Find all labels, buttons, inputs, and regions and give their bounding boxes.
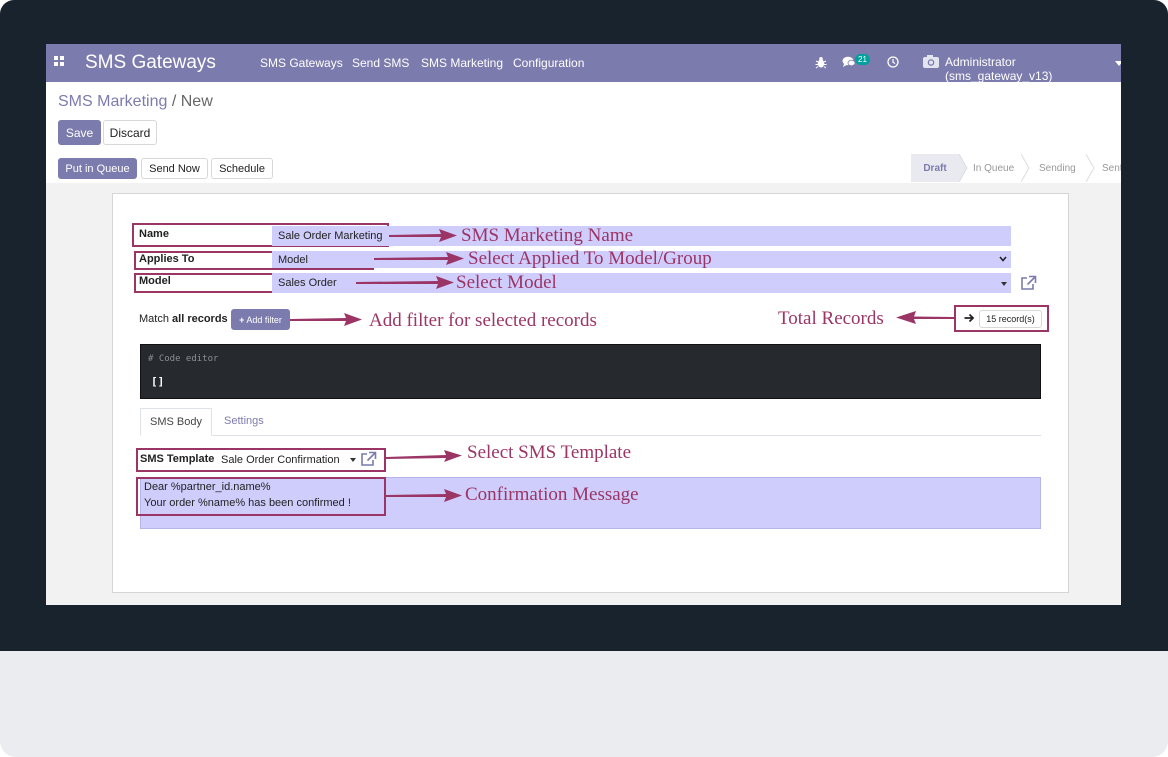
form-statusbar: Put in Queue Send Now Schedule Draft In … (46, 154, 1121, 184)
debug-bug-icon[interactable] (815, 56, 827, 69)
breadcrumb: SMS Marketing / New (58, 93, 213, 111)
apps-menu-icon[interactable] (54, 56, 64, 66)
user-menu[interactable]: Administrator (sms_gateway_v13) (945, 55, 1121, 83)
menu-send-sms[interactable]: Send SMS (352, 56, 409, 70)
template-dropdown-caret-icon[interactable] (350, 458, 356, 462)
annotation-arrow-total (896, 311, 954, 324)
chat-messages-icon[interactable] (842, 56, 856, 68)
menu-sms-gateways[interactable]: SMS Gateways (260, 56, 343, 70)
annotation-template: Select SMS Template (467, 442, 632, 463)
sms-template-label: SMS Template (140, 453, 215, 465)
annotation-message: Confirmation Message (465, 484, 639, 505)
name-field[interactable]: Sale Order Marketing (272, 226, 1011, 246)
top-navbar: SMS Gateways SMS Gateways Send SMS SMS M… (46, 44, 1121, 83)
stage-sent[interactable]: Sent (1102, 154, 1121, 182)
annotation-arrow-applies (374, 252, 464, 265)
code-comment: # Code editor (148, 354, 219, 364)
put-in-queue-button[interactable]: Put in Queue (58, 158, 137, 179)
annotation-name: SMS Marketing Name (461, 225, 634, 246)
schedule-button[interactable]: Schedule (211, 158, 273, 179)
user-menu-caret-icon (1115, 61, 1121, 66)
match-prefix: Match (139, 313, 169, 325)
match-all-records: all records (172, 313, 228, 325)
record-count-button[interactable]: 15 record(s) (979, 310, 1042, 328)
message-line-2: Your order %name% has been confirmed ! (144, 497, 351, 509)
message-count-badge: 21 (855, 54, 870, 65)
monitor-frame: SMS Gateways SMS Gateways Send SMS SMS M… (0, 0, 1168, 757)
annotation-model: Select Model (456, 272, 557, 293)
stage-divider-icon (1021, 154, 1030, 182)
discard-button[interactable]: Discard (103, 120, 157, 145)
stage-divider-icon (959, 154, 968, 182)
breadcrumb-parent-link[interactable]: SMS Marketing (58, 93, 167, 110)
save-button[interactable]: Save (58, 120, 101, 145)
annotation-filter: Add filter for selected records (369, 310, 597, 331)
menu-sms-marketing[interactable]: SMS Marketing (421, 56, 503, 70)
applies-to-label: Applies To (139, 253, 195, 265)
breadcrumb-current: New (180, 93, 213, 110)
stage-sending[interactable]: Sending (1039, 154, 1076, 182)
annotation-arrow-filter (290, 313, 362, 326)
send-now-button[interactable]: Send Now (141, 158, 208, 179)
add-filter-button[interactable]: + Add filter (231, 309, 290, 330)
model-label: Model (139, 275, 171, 287)
annotation-arrow-name (389, 229, 457, 242)
template-external-link-icon[interactable] (360, 451, 377, 467)
annotation-arrow-model (356, 276, 454, 289)
stage-draft[interactable]: Draft (911, 154, 959, 182)
annotation-arrow-template (386, 450, 462, 462)
domain-match-text: Match all records (139, 313, 228, 325)
plus-icon: + (239, 314, 245, 325)
user-avatar-icon[interactable] (922, 54, 940, 69)
chevron-down-icon (999, 256, 1007, 262)
app-screen: SMS Gateways SMS Gateways Send SMS SMS M… (46, 44, 1121, 605)
tab-settings[interactable]: Settings (224, 415, 264, 427)
name-label: Name (139, 228, 169, 240)
model-dropdown-caret-icon[interactable] (1001, 282, 1007, 286)
monitor-chin (0, 651, 1168, 757)
message-line-1: Dear %partner_id.name% (144, 481, 271, 493)
app-brand[interactable]: SMS Gateways (85, 52, 216, 74)
add-filter-label: Add filter (246, 314, 282, 325)
annotation-applies: Select Applied To Model/Group (468, 248, 712, 269)
stage-divider-icon (1086, 154, 1095, 182)
activity-clock-icon[interactable] (887, 56, 899, 68)
arrow-right-icon[interactable] (964, 313, 975, 323)
annotation-total: Total Records (778, 308, 884, 329)
code-editor[interactable]: # Code editor [] (140, 344, 1041, 399)
sms-template-field[interactable]: Sale Order Confirmation (217, 450, 359, 470)
tab-sms-body[interactable]: SMS Body (140, 408, 212, 436)
code-value[interactable]: [] (151, 375, 164, 388)
breadcrumb-separator: / (171, 93, 177, 110)
control-panel: SMS Marketing / New Save Discard (46, 82, 1121, 155)
external-link-icon[interactable] (1020, 275, 1037, 291)
stage-in-queue[interactable]: In Queue (973, 154, 1014, 182)
menu-configuration[interactable]: Configuration (513, 56, 584, 70)
annotation-arrow-message (386, 489, 462, 502)
tabs-divider (140, 435, 1041, 436)
